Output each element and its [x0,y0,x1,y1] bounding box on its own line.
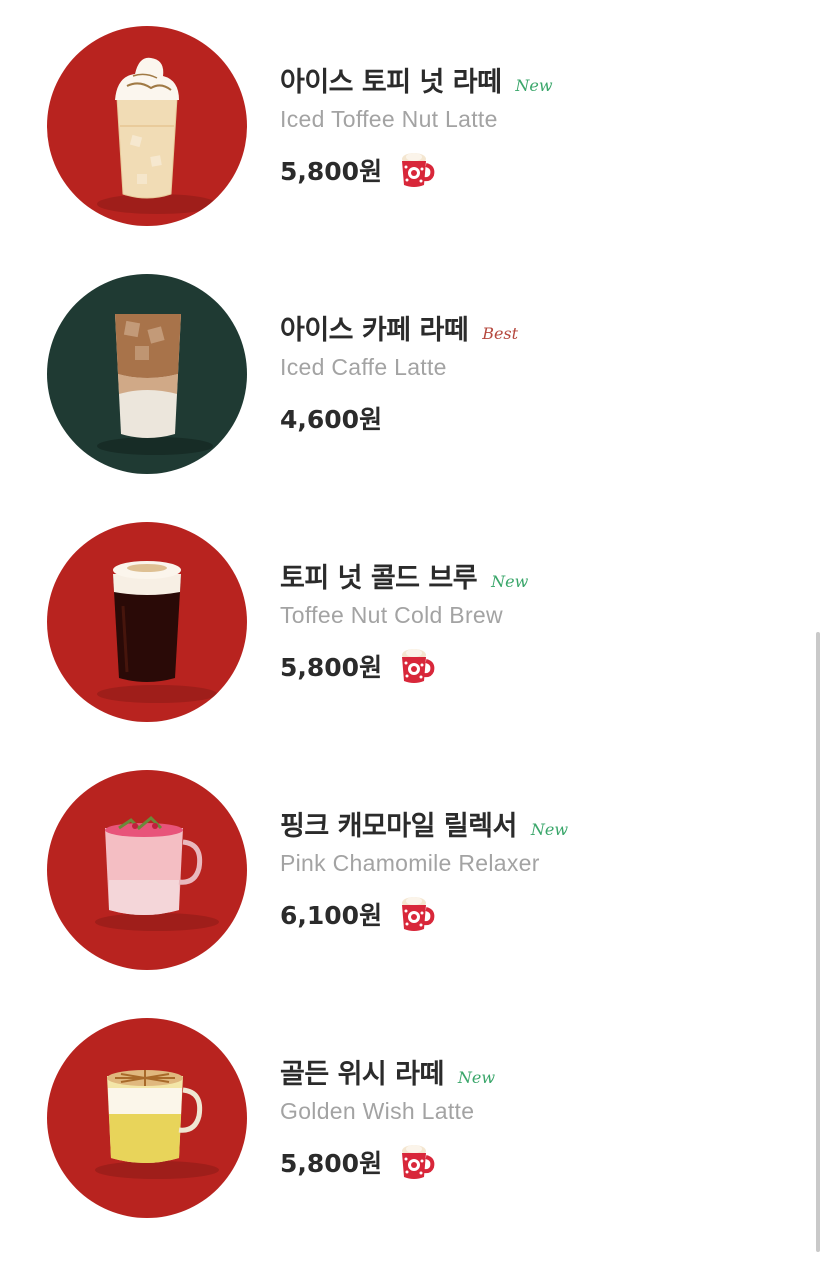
item-name-english: Golden Wish Latte [280,1098,475,1124]
title-row: 아이스 카페 라떼 Best [280,308,800,346]
price-row: 5,800원 [280,646,800,686]
best-badge: Best [482,324,519,343]
item-info: 골든 위시 라떼 New Golden Wish Latte 5,800원 [280,1052,800,1182]
holiday-mug-icon [396,645,438,687]
price-row: 4,600원 [280,398,800,438]
item-name-english: Iced Toffee Nut Latte [280,106,498,132]
item-price: 4,600원 [280,405,383,434]
drink-image-iced-toffee-nut-latte [47,26,247,226]
item-price: 6,100원 [280,901,383,930]
item-info: 아이스 카페 라떼 Best Iced Caffe Latte 4,600원 [280,308,800,438]
holiday-mug-icon [396,1141,438,1183]
drink-image-iced-caffe-latte [47,274,247,474]
new-badge: New [515,76,553,95]
menu-item-iced-toffee-nut-latte[interactable]: 아이스 토피 넛 라떼 New Iced Toffee Nut Latte 5,… [0,26,810,226]
menu-item-toffee-nut-cold-brew[interactable]: 토피 넛 콜드 브루 New Toffee Nut Cold Brew 5,80… [0,522,810,722]
price-row: 5,800원 [280,150,800,190]
title-row: 골든 위시 라떼 New [280,1052,800,1090]
menu-item-pink-chamomile-relaxer[interactable]: 핑크 캐모마일 릴렉서 New Pink Chamomile Relaxer 6… [0,770,810,970]
item-name-korean: 핑크 캐모마일 릴렉서 [280,811,517,842]
title-row: 아이스 토피 넛 라떼 New [280,60,800,98]
item-info: 아이스 토피 넛 라떼 New Iced Toffee Nut Latte 5,… [280,60,800,190]
item-name-korean: 아이스 카페 라떼 [280,315,469,346]
holiday-mug-icon [396,893,438,935]
item-name-korean: 골든 위시 라떼 [280,1059,444,1090]
new-badge: New [457,1068,496,1087]
drink-image-golden-wish-latte [47,1018,247,1218]
item-name-english: Pink Chamomile Relaxer [280,850,540,876]
price-row: 5,800원 [280,1142,800,1182]
menu-item-golden-wish-latte[interactable]: 골든 위시 라떼 New Golden Wish Latte 5,800원 [0,1018,810,1218]
menu-item-iced-caffe-latte[interactable]: 아이스 카페 라떼 Best Iced Caffe Latte 4,600원 [0,274,810,474]
scrollbar[interactable] [816,632,820,1252]
drink-image-toffee-nut-cold-brew [47,522,247,722]
drink-image-pink-chamomile-relaxer [47,770,247,970]
item-info: 핑크 캐모마일 릴렉서 New Pink Chamomile Relaxer 6… [280,804,800,934]
title-row: 토피 넛 콜드 브루 New [280,556,800,594]
title-row: 핑크 캐모마일 릴렉서 New [280,804,800,842]
item-price: 5,800원 [280,1149,383,1178]
new-badge: New [530,820,569,839]
item-name-english: Iced Caffe Latte [280,354,447,380]
new-badge: New [491,572,529,591]
holiday-mug-icon [396,149,438,191]
item-name-english: Toffee Nut Cold Brew [280,602,503,628]
item-name-korean: 아이스 토피 넛 라떼 [280,67,502,98]
price-row: 6,100원 [280,894,800,934]
item-price: 5,800원 [280,653,383,682]
item-price: 5,800원 [280,157,383,186]
item-name-korean: 토피 넛 콜드 브루 [280,563,478,594]
item-info: 토피 넛 콜드 브루 New Toffee Nut Cold Brew 5,80… [280,556,800,686]
